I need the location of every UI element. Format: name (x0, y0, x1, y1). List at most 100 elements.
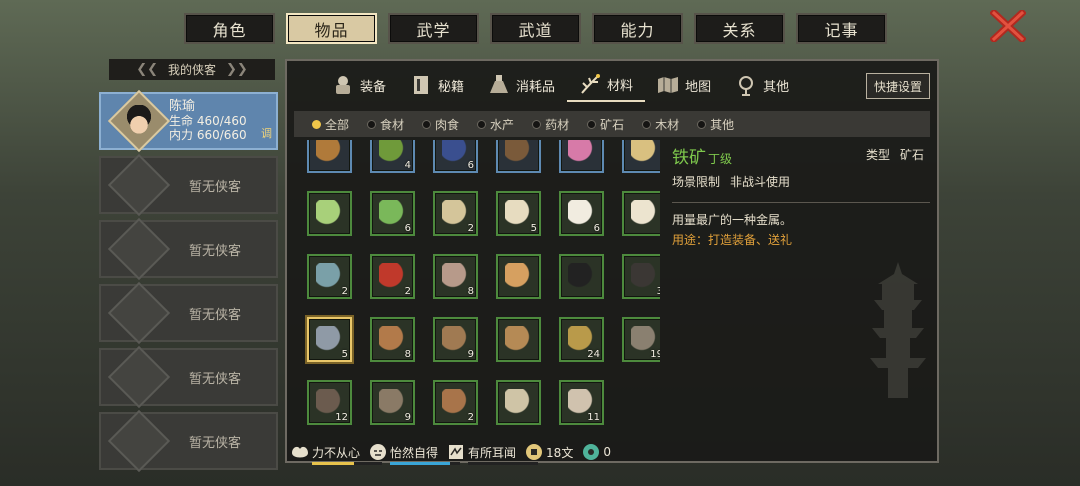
tab-martial-arts[interactable]: 武学 (388, 13, 479, 44)
item-slot[interactable]: 6 (370, 191, 415, 236)
status-bar: 力不从心 怡然自得 有所耳闻 18文 0 (290, 440, 619, 465)
bokchoy-icon (379, 200, 406, 227)
filter-label: 木材 (655, 117, 680, 132)
tab-materials[interactable]: 材料 (567, 68, 646, 102)
status-jade[interactable]: 0 (581, 443, 611, 461)
close-icon[interactable] (990, 10, 1026, 42)
item-slot[interactable]: 11 (559, 380, 604, 425)
item-slot[interactable] (496, 140, 541, 173)
item-slot[interactable]: 2 (433, 380, 478, 425)
status-bar-fill (312, 462, 382, 465)
item-slot[interactable]: 6 (559, 191, 604, 236)
filter-other[interactable]: 其他 (697, 116, 734, 133)
status-mood[interactable]: 怡然自得 (368, 443, 461, 465)
hero-tag[interactable]: 调 (261, 125, 272, 141)
armor-icon (336, 76, 350, 94)
item-name: 铁矿 (672, 148, 706, 168)
quick-settings-button[interactable]: 快捷设置 (866, 73, 930, 99)
status-rumor[interactable]: 有所耳闻 (446, 443, 539, 465)
hero-list-header: ❮❮ 我的侠客 ❯❯ (109, 59, 275, 80)
item-slot[interactable] (622, 140, 660, 173)
filter-herbs[interactable]: 药材 (532, 116, 569, 133)
empty-slot-label: 暂无侠客 (189, 435, 242, 451)
item-count: 2 (467, 412, 474, 423)
hero-card[interactable]: 陈瑜 生命 460/460 内力 660/660 调 (99, 89, 278, 153)
item-slot[interactable]: 5 (496, 191, 541, 236)
item-slot[interactable]: 19 (622, 317, 660, 362)
scene-value: 非战斗使用 (730, 175, 791, 189)
zongzi-icon (379, 140, 406, 164)
item-slot[interactable]: 8 (370, 317, 415, 362)
empty-slot[interactable]: 暂无侠客 (99, 153, 278, 217)
item-slot[interactable] (307, 191, 352, 236)
item-slot[interactable]: 12 (307, 380, 352, 425)
item-slot[interactable] (496, 254, 541, 299)
misc-icon (739, 76, 754, 96)
item-slot[interactable] (307, 140, 352, 173)
status-label: 力不从心 (312, 445, 361, 460)
filter-food[interactable]: 食材 (367, 116, 404, 133)
item-slot[interactable]: 9 (370, 380, 415, 425)
radio-off-icon (697, 119, 707, 129)
rope-icon (379, 389, 406, 416)
tab-abilities[interactable]: 能力 (592, 13, 683, 44)
map-icon (658, 77, 679, 93)
empty-slot[interactable]: 暂无侠客 (99, 409, 278, 473)
status-strength[interactable]: 力不从心 (290, 443, 382, 465)
filter-all[interactable]: 全部 (312, 116, 349, 133)
item-slot[interactable] (496, 380, 541, 425)
filter-seafood[interactable]: 水产 (477, 116, 514, 133)
filter-meat[interactable]: 肉食 (422, 116, 459, 133)
tab-equipment-label: 装备 (360, 79, 387, 95)
tab-relations[interactable]: 关系 (694, 13, 785, 44)
item-slot[interactable]: 2 (433, 191, 478, 236)
item-slot[interactable]: 24 (559, 317, 604, 362)
item-slot[interactable] (496, 317, 541, 362)
item-slot[interactable] (622, 191, 660, 236)
item-slot[interactable]: 5 (307, 317, 352, 362)
item-slot[interactable]: 3 (622, 254, 660, 299)
item-description: 用量最广的一种金属。 (672, 213, 793, 227)
tab-maps[interactable]: 地图 (645, 68, 723, 102)
empty-slot-label: 暂无侠客 (189, 179, 242, 195)
filter-label: 矿石 (600, 117, 625, 132)
item-slot[interactable]: 8 (433, 254, 478, 299)
tab-wudao[interactable]: 武道 (490, 13, 581, 44)
tab-character[interactable]: 角色 (184, 13, 275, 44)
item-slot[interactable] (559, 140, 604, 173)
tab-items[interactable]: 物品 (286, 13, 377, 44)
empty-slot[interactable]: 暂无侠客 (99, 345, 278, 409)
tab-journal[interactable]: 记事 (796, 13, 887, 44)
item-slot[interactable]: 6 (433, 140, 478, 173)
item-slot[interactable]: 2 (307, 254, 352, 299)
item-scene: 场景限制 非战斗使用 (672, 173, 930, 190)
tab-manuals[interactable]: 秘籍 (398, 68, 476, 102)
item-slot[interactable]: 4 (370, 140, 415, 173)
tab-equipment[interactable]: 装备 (320, 68, 398, 102)
status-label: 怡然自得 (390, 445, 439, 460)
next-arrow-icon[interactable]: ❯❯ (226, 62, 248, 77)
filter-wood[interactable]: 木材 (642, 116, 679, 133)
tab-materials-label: 材料 (607, 78, 634, 94)
item-slot[interactable]: 9 (433, 317, 478, 362)
pagoda-decoration (870, 262, 926, 398)
empty-avatar-icon (107, 345, 171, 409)
empty-slot[interactable]: 暂无侠客 (99, 281, 278, 345)
item-count: 9 (404, 412, 411, 423)
tab-others[interactable]: 其他 (723, 68, 801, 102)
item-grade: 丁级 (708, 152, 733, 166)
tab-manuals-label: 秘籍 (438, 79, 465, 95)
type-value: 矿石 (899, 148, 924, 162)
prev-arrow-icon[interactable]: ❮❮ (136, 62, 158, 77)
status-money[interactable]: 18文 (524, 443, 573, 461)
filter-label: 其他 (710, 117, 735, 132)
filter-ore[interactable]: 矿石 (587, 116, 624, 133)
item-slot[interactable] (559, 254, 604, 299)
empty-slot-label: 暂无侠客 (189, 307, 242, 323)
tab-consumables[interactable]: 消耗品 (476, 68, 567, 102)
tab-consumables-label: 消耗品 (516, 79, 556, 95)
item-slot[interactable]: 2 (370, 254, 415, 299)
item-count: 5 (530, 223, 537, 234)
mp-value: 660/660 (196, 128, 247, 142)
empty-slot[interactable]: 暂无侠客 (99, 217, 278, 281)
